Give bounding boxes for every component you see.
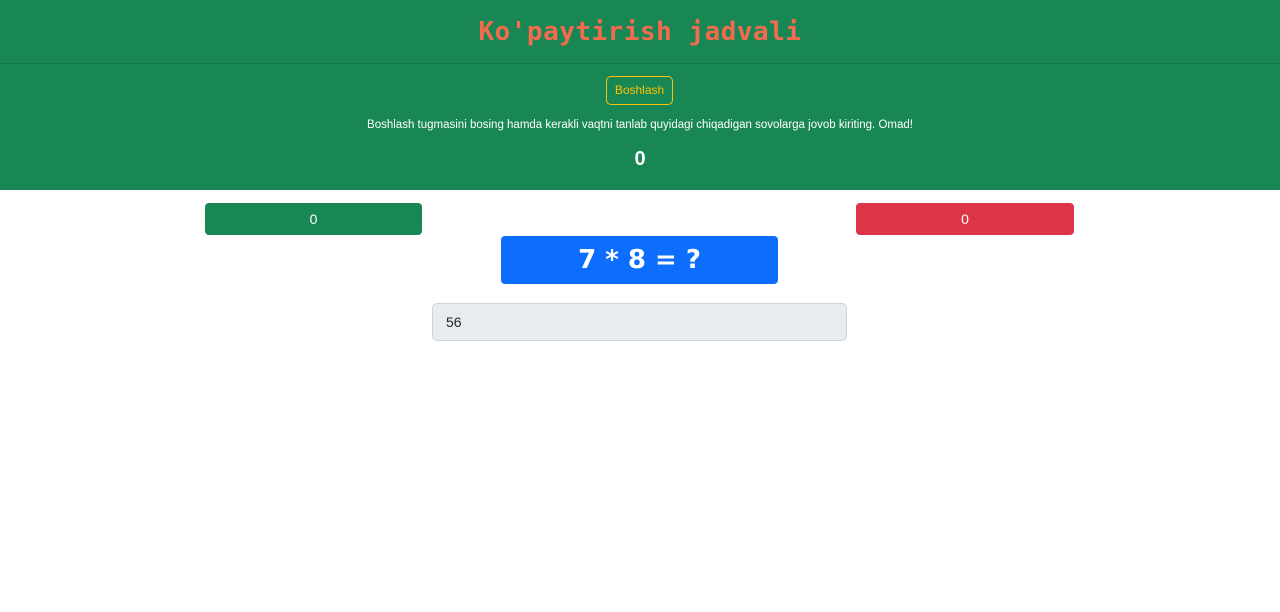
- title-bar: Ko'paytirish jadvali: [0, 0, 1280, 64]
- page-title: Ko'paytirish jadvali: [478, 16, 802, 47]
- answer-input[interactable]: [432, 303, 847, 341]
- timer-display: 0: [634, 148, 646, 170]
- control-panel: Boshlash Boshlash tugmasini bosing hamda…: [0, 64, 1280, 190]
- question-display: 7 * 8 = ?: [501, 236, 778, 284]
- correct-score-badge: 0: [205, 203, 422, 235]
- wrong-score-badge: 0: [856, 203, 1074, 235]
- instructions-text: Boshlash tugmasini bosing hamda kerakli …: [367, 119, 913, 131]
- start-button[interactable]: Boshlash: [606, 76, 673, 105]
